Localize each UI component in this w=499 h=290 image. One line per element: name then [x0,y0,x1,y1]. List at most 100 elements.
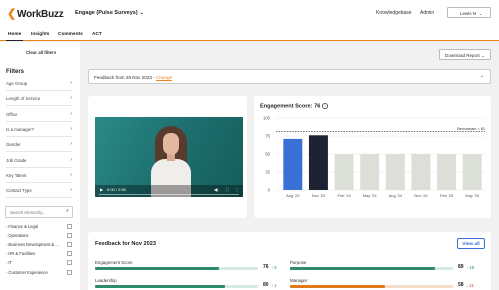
bar[interactable] [360,154,380,190]
bar[interactable] [308,135,328,190]
hierarchy-item[interactable]: ›IT [6,260,72,269]
clear-filters-button[interactable]: Clear all filters [26,50,56,55]
more-options-icon[interactable]: ⋮ [235,187,239,192]
metric-delta: ↑ 19 [466,264,474,270]
engagement-bar-chart: 0 25 50 75 100 Aug '23 Nov '23 Feb '24 May '24 Au… [263,116,485,198]
fullscreen-icon[interactable]: ⛶ [226,187,229,192]
admin-link[interactable]: Admin [420,10,434,16]
bar[interactable] [385,154,405,190]
filter-label: Job Grade [6,157,27,163]
metric-value: 58 [458,282,464,288]
metric-bar-fill [95,267,219,270]
period-selector[interactable]: Feedback from 26 Nov 2023 - Change ⌄ [88,69,491,84]
knowledgebase-link[interactable]: Knowledgebase [376,10,412,16]
filter-label: Office [6,111,18,117]
chevron-right-icon: › [70,187,72,194]
feedback-title: Feedback for Nov 2023 [95,241,156,247]
metric-bar-track [95,267,258,270]
hierarchy-item[interactable]: ›Customer Experience [6,269,72,279]
hierarchy-label: Customer Experience [8,269,48,275]
filter-item[interactable]: Key Talent › [6,170,72,183]
metric-bar-track [95,285,258,288]
filter-label: Gender [6,142,21,148]
x-tick-label: Feb '25 [440,193,454,198]
filter-item[interactable]: Age Group › [6,78,72,91]
filter-label: Age Group [6,81,28,86]
tab-comments[interactable]: Comments [58,32,83,37]
hierarchy-search-input[interactable]: Search Hierarchy... ⌕ [5,206,73,218]
hierarchy-checkbox[interactable] [67,242,72,248]
app-header: ❮WorkBuzz Engage (Pulse Surveys) ⌄ Knowle… [0,0,499,29]
video-progress-bar[interactable] [99,194,239,195]
x-tick-label: Aug '23 [286,193,300,198]
metric-bar-fill [95,285,226,288]
search-placeholder: Search Hierarchy... [10,210,46,215]
metric-value: 89 [458,264,464,270]
filter-label: Contact Type [6,188,32,194]
change-period-link[interactable]: Change [156,75,172,80]
filter-item[interactable]: Is a manager? › [6,124,72,137]
y-tick-label: 0 [268,188,271,193]
filter-item[interactable]: Length of Service › [6,93,72,107]
filters-title: Filters [6,69,25,75]
bar[interactable] [283,138,303,190]
metric-bar-track [290,267,453,270]
tab-insights[interactable]: Insights [31,32,49,37]
tab-home[interactable]: Home [5,32,24,41]
hierarchy-label: Business Development & ... [8,242,59,248]
metric-delta: ↑ 1 [271,282,277,288]
video-player[interactable]: ▶ 0:00 / 2:50 ◀) ⛶ ⋮ [95,117,243,197]
metric-bar-track [290,285,453,288]
video-time: 0:00 / 2:50 [107,187,126,192]
metric-delta: ↑ 5 [271,264,277,270]
view-all-button[interactable]: View all [457,238,485,249]
product-selector[interactable]: Engage (Pulse Surveys) ⌄ [75,10,144,16]
filter-item[interactable]: Gender › [6,139,72,153]
hierarchy-checkbox[interactable] [67,224,72,229]
bar[interactable] [334,154,354,190]
x-tick-label: Feb '24 [337,193,351,198]
chevron-right-icon: › [70,125,72,132]
y-tick-label: 100 [263,116,271,121]
tab-act[interactable]: ACT [92,32,102,37]
user-menu-button[interactable]: Lewis N ⌄ [447,7,491,18]
volume-icon[interactable]: ◀) [214,187,218,192]
play-icon[interactable]: ▶ [100,187,103,192]
filter-item[interactable]: Office › [6,109,72,122]
download-report-label: Download Report [445,53,480,58]
metric-label: Engagement Score [95,260,133,265]
chevron-right-icon: › [70,110,72,117]
presenter-face [163,133,179,155]
chevron-down-icon: ⌄ [479,11,483,16]
x-tick-label: May '24 [363,193,378,198]
hierarchy-item[interactable]: ›Operations [6,233,72,242]
x-tick-label: May '25 [465,193,480,198]
metric-bar-fill [290,267,436,270]
workbuzz-logo[interactable]: ❮WorkBuzz [7,7,64,20]
hierarchy-item[interactable]: ›Finance & Legal [6,224,72,233]
filter-item[interactable]: Contact Type › [6,185,72,199]
y-tick-label: 75 [265,134,270,139]
logo-mark-icon: ❮ [7,8,17,20]
hierarchy-checkbox[interactable] [67,251,72,257]
benchmark-label: Benchmark = 81 [457,127,485,131]
bar[interactable] [437,154,457,190]
hierarchy-checkbox[interactable] [67,233,72,239]
main-tabs: Home Insights Comments ACT [0,29,499,41]
download-report-button[interactable]: Download Report ⌄ [439,49,491,60]
y-tick-label: 50 [265,152,270,157]
bar[interactable] [411,154,431,190]
chevron-down-icon: ⌄ [139,10,144,16]
hierarchy-item[interactable]: ›Business Development & ... [6,242,72,251]
engagement-score-card: Engagement Score: 76 i 0 25 50 75 100 Aug '23 N… [254,96,491,218]
x-tick-label: Nov '24 [414,193,428,198]
metric-value: 76 [263,264,269,270]
bar[interactable] [462,154,482,190]
hierarchy-checkbox[interactable] [67,260,72,266]
hierarchy-item[interactable]: ›HR & Facilities [6,251,72,260]
user-name: Lewis N [460,11,477,16]
filter-item[interactable]: Job Grade › [6,155,72,168]
filter-label: Is a manager? [6,126,35,132]
chevron-right-icon: › [70,95,72,102]
hierarchy-checkbox[interactable] [67,269,72,275]
